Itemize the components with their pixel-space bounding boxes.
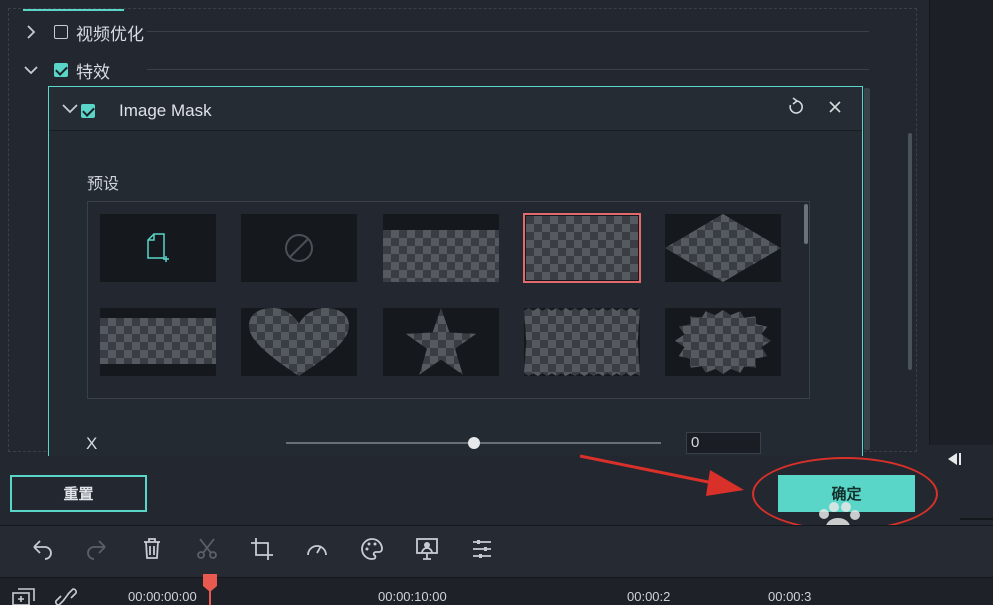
timecode-label: 00:00:10:00 <box>378 589 447 604</box>
section-video-enhance[interactable]: 视频优化 <box>22 20 144 44</box>
tab-accent-bar <box>23 9 124 11</box>
preset-diamond[interactable] <box>665 214 781 282</box>
color-palette-icon[interactable] <box>360 537 384 561</box>
green-screen-icon[interactable] <box>415 537 439 561</box>
timecode-label: 00:00:00:00 <box>128 589 197 604</box>
playhead-icon[interactable] <box>202 574 218 605</box>
reset-button[interactable]: 重置 <box>10 475 147 512</box>
preset-scrollbar[interactable] <box>804 204 808 244</box>
reset-icon[interactable] <box>787 97 805 122</box>
x-value-input[interactable]: 0 <box>686 432 761 454</box>
video-enhance-checkbox[interactable] <box>54 25 68 39</box>
preset-add-custom[interactable] <box>100 214 216 282</box>
cut-icon[interactable] <box>195 537 219 561</box>
add-track-icon[interactable] <box>12 588 36 605</box>
image-mask-title: Image Mask <box>119 101 212 120</box>
preset-heart[interactable] <box>241 308 357 376</box>
preset-label: 预设 <box>87 176 120 193</box>
x-label: X <box>86 434 98 453</box>
x-slider-handle[interactable] <box>468 437 480 449</box>
chevron-right-icon[interactable] <box>22 23 40 41</box>
preset-star[interactable] <box>383 308 499 376</box>
crop-icon[interactable] <box>250 537 274 561</box>
undo-icon[interactable] <box>30 537 54 561</box>
image-mask-checkbox[interactable] <box>81 104 95 118</box>
timecode-label: 00:00:2 <box>627 589 671 604</box>
divider <box>147 31 869 32</box>
panel-scrollbar[interactable] <box>908 133 912 370</box>
chevron-down-icon[interactable] <box>22 61 40 79</box>
section-label: 特效 <box>76 62 110 82</box>
divider <box>147 69 869 70</box>
link-icon[interactable] <box>55 588 77 605</box>
preset-rectangle-wide[interactable] <box>383 214 499 282</box>
redo-icon[interactable] <box>85 537 109 561</box>
no-symbol-icon <box>285 234 313 262</box>
speed-icon[interactable] <box>305 537 329 561</box>
section-effects[interactable]: 特效 <box>22 58 110 82</box>
close-icon[interactable] <box>828 100 842 119</box>
preset-rectangle[interactable] <box>523 213 641 283</box>
timecode-label: 00:00:3 <box>768 589 812 604</box>
preset-band[interactable] <box>100 308 216 376</box>
divider <box>960 518 993 520</box>
chevron-down-icon[interactable] <box>61 101 79 122</box>
annotation-arrow-icon <box>579 454 744 496</box>
add-file-icon <box>147 233 169 262</box>
preset-none[interactable] <box>241 214 357 282</box>
mask-scrollbar[interactable] <box>864 88 870 450</box>
effects-checkbox[interactable] <box>54 63 68 77</box>
collapse-panel-icon[interactable] <box>946 451 964 472</box>
image-mask-header: Image Mask <box>49 87 862 131</box>
delete-icon[interactable] <box>140 537 164 561</box>
preset-stamp[interactable] <box>524 308 640 376</box>
preset-burst[interactable] <box>665 308 781 376</box>
section-label: 视频优化 <box>76 24 144 44</box>
app-window: 视频优化 特效 Image Mask 预设 X 0 重置 确定 00:00:00… <box>0 0 993 605</box>
adjust-icon[interactable] <box>470 537 494 561</box>
